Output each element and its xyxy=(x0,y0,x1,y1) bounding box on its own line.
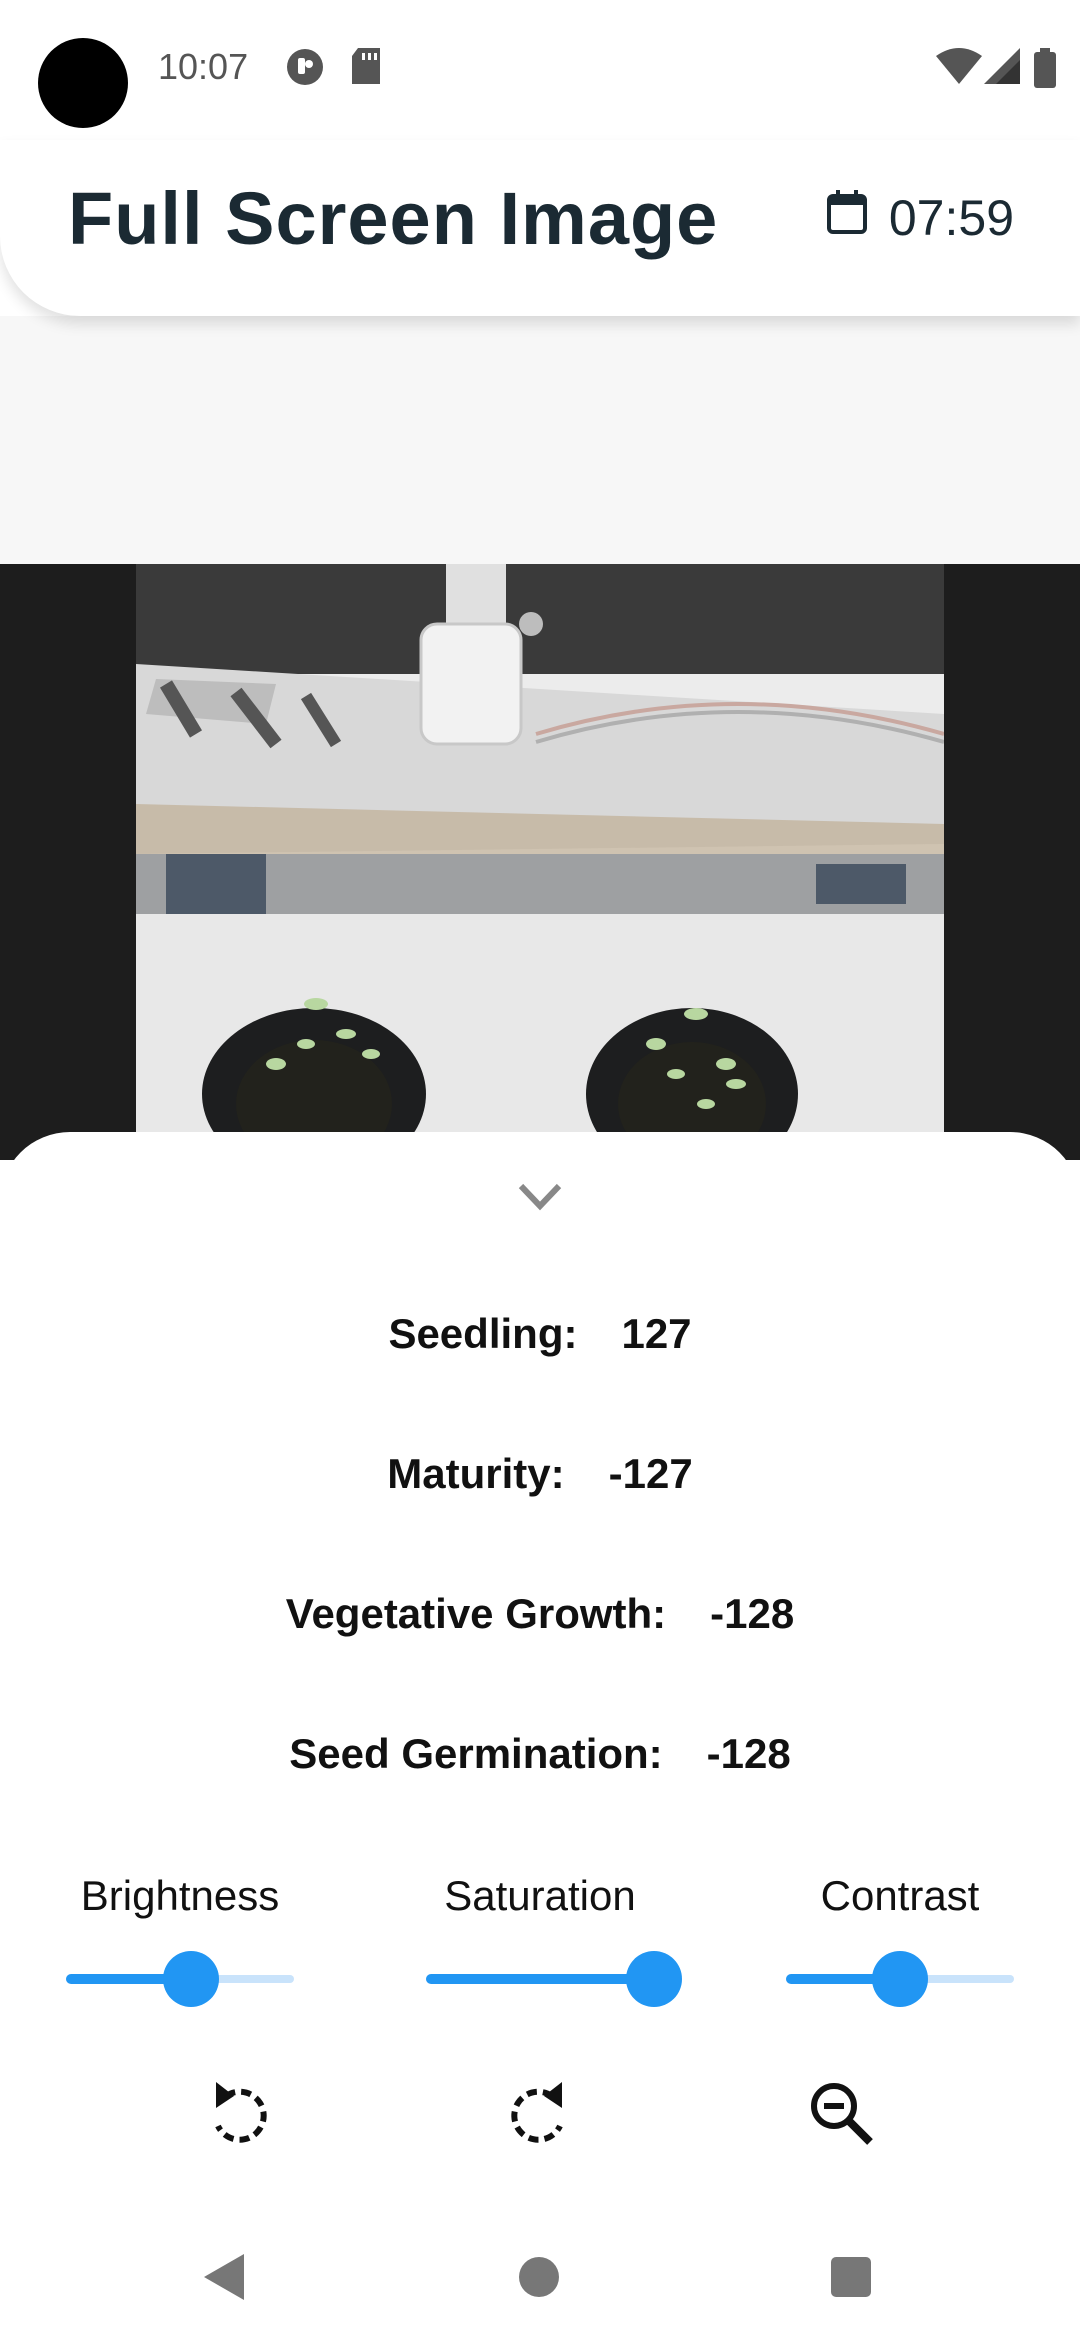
camera-cutout xyxy=(38,38,128,128)
stat-value: -128 xyxy=(710,1590,795,1637)
brightness-label: Brightness xyxy=(80,1872,280,1919)
zoom-out-button[interactable] xyxy=(802,2074,882,2154)
header-time: 07:59 xyxy=(888,190,1014,246)
battery-icon xyxy=(1034,48,1056,93)
plant-camera-photo[interactable] xyxy=(136,564,944,1160)
stat-label: Maturity: xyxy=(387,1450,565,1497)
date-selector[interactable]: 07:59 xyxy=(825,188,1014,248)
rotate-left-icon xyxy=(198,2082,278,2158)
app-badge-icon xyxy=(286,48,324,91)
slider-track-fill xyxy=(426,1974,654,1984)
slider-thumb[interactable] xyxy=(626,1951,682,2007)
stat-value: -127 xyxy=(608,1450,693,1497)
stat-value: -128 xyxy=(706,1730,791,1777)
sd-card-icon xyxy=(350,48,382,89)
bottom-sheet: Seedling: 127 Maturity: -127 Vegetative Gr… xyxy=(0,1132,1080,2340)
rotate-right-button[interactable] xyxy=(500,2074,580,2154)
rotate-right-icon xyxy=(500,2082,580,2158)
rotate-left-button[interactable] xyxy=(198,2074,278,2154)
saturation-control: Saturation xyxy=(390,1872,690,2007)
chevron-down-icon[interactable] xyxy=(515,1180,565,1219)
zoom-out-icon xyxy=(802,2083,882,2158)
stat-seed-germination: Seed Germination: -128 xyxy=(0,1730,1080,1778)
wifi-icon xyxy=(936,48,982,89)
brightness-control: Brightness xyxy=(30,1872,330,2007)
contrast-slider[interactable] xyxy=(786,1950,1014,2007)
stat-value: 127 xyxy=(621,1310,692,1357)
slider-thumb[interactable] xyxy=(872,1951,928,2007)
slider-thumb[interactable] xyxy=(163,1951,220,2007)
back-icon[interactable] xyxy=(200,2250,250,2309)
signal-icon xyxy=(984,48,1020,89)
stat-maturity: Maturity: -127 xyxy=(0,1450,1080,1498)
recents-icon[interactable] xyxy=(828,2254,874,2305)
stat-vegetative-growth: Vegetative Growth: -128 xyxy=(0,1590,1080,1638)
saturation-label: Saturation xyxy=(444,1872,636,1919)
contrast-control: Contrast xyxy=(750,1872,1050,2007)
contrast-label: Contrast xyxy=(820,1872,980,1919)
page-title: Full Screen Image xyxy=(68,177,719,260)
system-nav-bar xyxy=(0,2220,1080,2340)
app-header: Full Screen Image 07:59 xyxy=(0,140,1080,316)
content-background xyxy=(0,316,1080,564)
saturation-slider[interactable] xyxy=(426,1950,682,2007)
status-time: 10:07 xyxy=(158,46,249,87)
calendar-icon xyxy=(825,188,869,248)
stat-label: Seedling: xyxy=(388,1310,578,1357)
stat-seedling: Seedling: 127 xyxy=(0,1310,1080,1358)
stat-label: Seed Germination: xyxy=(289,1730,663,1777)
status-bar: 10:07 xyxy=(0,0,1080,140)
home-icon[interactable] xyxy=(516,2254,562,2305)
image-viewer[interactable] xyxy=(0,564,1080,1160)
stat-label: Vegetative Growth: xyxy=(285,1590,667,1637)
brightness-slider[interactable] xyxy=(66,1950,294,2007)
